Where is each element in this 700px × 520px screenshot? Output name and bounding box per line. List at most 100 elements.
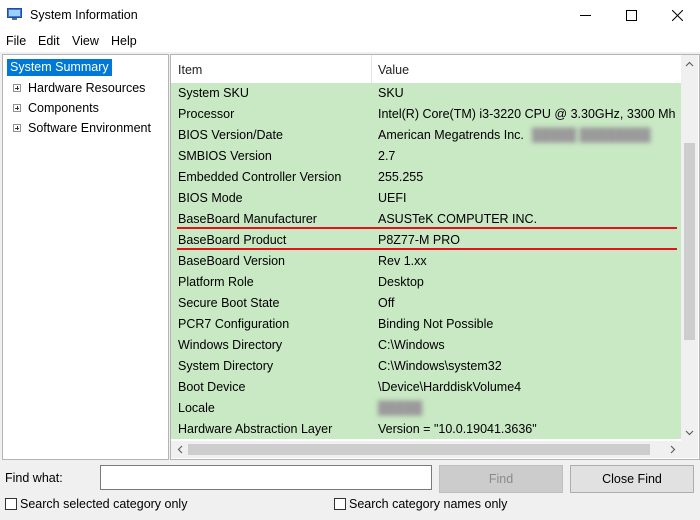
- row-value: Intel(R) Core(TM) i3-3220 CPU @ 3.30GHz,…: [378, 107, 676, 121]
- column-header-item[interactable]: Item: [178, 63, 202, 77]
- row-item: System Directory: [178, 359, 274, 373]
- row-item: BIOS Version/Date: [178, 128, 283, 142]
- row-item: Embedded Controller Version: [178, 170, 342, 184]
- table-row[interactable]: Platform Role Desktop: [171, 272, 681, 293]
- minimize-icon: [579, 15, 591, 16]
- system-information-app-icon: [7, 8, 22, 20]
- row-value: Desktop: [378, 275, 424, 289]
- row-value: \Device\HarddiskVolume4: [378, 380, 522, 394]
- column-header-value[interactable]: Value: [378, 63, 409, 77]
- table-row[interactable]: Hardware Abstraction Layer Version = "10…: [171, 419, 681, 439]
- redacted-text: █████: [378, 401, 423, 415]
- tree-item-system-summary[interactable]: System Summary: [7, 59, 112, 76]
- redacted-text: █████ ████████: [531, 128, 651, 142]
- table-row[interactable]: SMBIOS Version 2.7: [171, 146, 681, 167]
- row-item: BaseBoard Product: [178, 233, 287, 247]
- menu-bar: File Edit View Help: [0, 31, 700, 52]
- search-selected-category-checkbox[interactable]: [5, 498, 17, 510]
- window-title: System Information: [30, 8, 138, 22]
- table-row[interactable]: System Directory C:\Windows\system32: [171, 356, 681, 377]
- expand-icon[interactable]: [13, 104, 21, 112]
- horizontal-scrollbar[interactable]: [171, 441, 681, 458]
- annotation-underline-baseboard-manufacturer: [177, 227, 677, 229]
- find-what-input[interactable]: [100, 465, 432, 490]
- scroll-right-button[interactable]: [664, 441, 681, 458]
- row-value: Off: [378, 296, 395, 310]
- title-bar: System Information: [0, 0, 700, 31]
- menu-help[interactable]: Help: [111, 34, 137, 48]
- row-value: UEFI: [378, 191, 407, 205]
- row-item: Windows Directory: [178, 338, 283, 352]
- row-value: 2.7: [378, 149, 396, 163]
- list-header: Item Value: [171, 55, 681, 84]
- row-value: American Megatrends Inc. █████ ████████: [378, 128, 651, 142]
- row-item: System SKU: [178, 86, 249, 100]
- scrollbar-corner: [681, 441, 698, 458]
- table-row[interactable]: PCR7 Configuration Binding Not Possible: [171, 314, 681, 335]
- table-row[interactable]: Processor Intel(R) Core(TM) i3-3220 CPU …: [171, 104, 681, 125]
- row-item: BaseBoard Manufacturer: [178, 212, 317, 226]
- table-row[interactable]: BIOS Mode UEFI: [171, 188, 681, 209]
- row-value: C:\Windows\system32: [378, 359, 502, 373]
- row-item: BIOS Mode: [178, 191, 243, 205]
- row-value: Version = "10.0.19041.3636": [378, 422, 537, 436]
- row-value: C:\Windows: [378, 338, 445, 352]
- find-button[interactable]: Find: [439, 465, 563, 493]
- row-value: 255.255: [378, 170, 424, 184]
- category-tree: System Summary Hardware Resources Compon…: [2, 54, 169, 460]
- tree-item-components[interactable]: Components: [28, 99, 99, 117]
- row-value: P8Z77-M PRO: [378, 233, 460, 247]
- tree-item-hardware-resources[interactable]: Hardware Resources: [28, 79, 145, 97]
- expand-icon[interactable]: [13, 124, 21, 132]
- search-selected-category-label[interactable]: Search selected category only: [20, 497, 187, 511]
- row-item: PCR7 Configuration: [178, 317, 290, 331]
- chevron-up-icon: [685, 61, 694, 66]
- chevron-right-icon: [670, 445, 675, 454]
- scroll-left-button[interactable]: [171, 441, 188, 458]
- expand-icon[interactable]: [13, 84, 21, 92]
- search-category-names-label[interactable]: Search category names only: [349, 497, 507, 511]
- details-list: Item Value System SKU SKU Processor Inte…: [170, 54, 700, 460]
- row-value: Rev 1.xx: [378, 254, 427, 268]
- find-what-label: Find what:: [5, 471, 63, 485]
- column-divider[interactable]: [371, 55, 372, 83]
- row-value: Binding Not Possible: [378, 317, 494, 331]
- row-item: Boot Device: [178, 380, 246, 394]
- maximize-icon: [625, 10, 637, 21]
- annotation-underline-baseboard-product: [177, 248, 677, 250]
- row-value-text: American Megatrends Inc.: [378, 128, 524, 142]
- search-category-names-checkbox[interactable]: [334, 498, 346, 510]
- row-value: ASUSTeK COMPUTER INC.: [378, 212, 538, 226]
- row-item: SMBIOS Version: [178, 149, 272, 163]
- table-row[interactable]: Embedded Controller Version 255.255: [171, 167, 681, 188]
- table-row[interactable]: BIOS Version/Date American Megatrends In…: [171, 125, 681, 146]
- menu-file[interactable]: File: [6, 34, 26, 48]
- row-value: SKU: [378, 86, 404, 100]
- menu-edit[interactable]: Edit: [38, 34, 60, 48]
- row-item: Hardware Abstraction Layer: [178, 422, 333, 436]
- table-row[interactable]: BaseBoard Version Rev 1.xx: [171, 251, 681, 272]
- table-row[interactable]: Secure Boot State Off: [171, 293, 681, 314]
- chevron-left-icon: [177, 445, 182, 454]
- close-find-button[interactable]: Close Find: [570, 465, 694, 493]
- vertical-scrollbar[interactable]: [681, 55, 698, 441]
- table-row[interactable]: System SKU SKU: [171, 83, 681, 104]
- list-rows: System SKU SKU Processor Intel(R) Core(T…: [171, 83, 681, 439]
- close-window-button[interactable]: [654, 0, 700, 31]
- table-row[interactable]: Windows Directory C:\Windows: [171, 335, 681, 356]
- table-row[interactable]: Locale █████: [171, 398, 681, 419]
- row-item: Secure Boot State: [178, 296, 280, 310]
- table-row[interactable]: Boot Device \Device\HarddiskVolume4: [171, 377, 681, 398]
- vertical-scroll-thumb[interactable]: [684, 143, 695, 340]
- row-item: Platform Role: [178, 275, 254, 289]
- close-icon: [671, 10, 683, 21]
- row-item: Processor: [178, 107, 235, 121]
- scroll-up-button[interactable]: [681, 55, 698, 72]
- minimize-button[interactable]: [562, 0, 608, 31]
- menu-view[interactable]: View: [72, 34, 99, 48]
- scroll-down-button[interactable]: [681, 424, 698, 441]
- tree-item-software-environment[interactable]: Software Environment: [28, 119, 151, 137]
- chevron-down-icon: [685, 430, 694, 435]
- maximize-button[interactable]: [608, 0, 654, 31]
- horizontal-scroll-thumb[interactable]: [188, 444, 650, 455]
